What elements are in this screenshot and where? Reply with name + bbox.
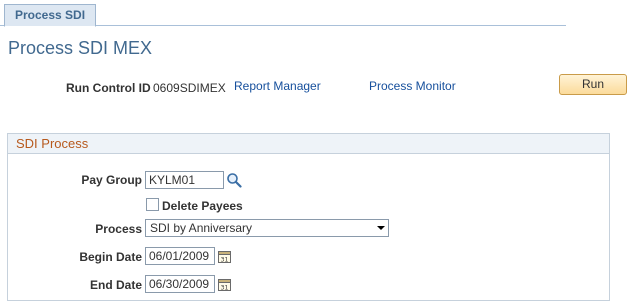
run-control-value: 0609SDIMEX — [153, 81, 226, 95]
group-header: SDI Process — [8, 134, 609, 154]
report-manager-link[interactable]: Report Manager — [234, 79, 321, 93]
pay-group-label: Pay Group — [81, 173, 142, 187]
tab-bar: Process SDI — [0, 0, 566, 27]
sdi-process-group: SDI Process — [7, 133, 610, 301]
run-button[interactable]: Run — [559, 74, 627, 95]
end-date-input[interactable]: 06/30/2009 — [145, 275, 215, 293]
process-select[interactable]: SDI by Anniversary — [145, 219, 389, 237]
calendar-icon[interactable]: 31 — [218, 278, 231, 292]
begin-date-input[interactable]: 06/01/2009 — [145, 247, 215, 265]
svg-text:31: 31 — [221, 257, 229, 264]
end-date-label: End Date — [89, 278, 142, 292]
process-selected-value: SDI by Anniversary — [150, 221, 253, 235]
process-label: Process — [95, 222, 142, 236]
svg-text:31: 31 — [221, 285, 229, 292]
process-monitor-link[interactable]: Process Monitor — [369, 79, 456, 93]
run-control-label: Run Control ID — [66, 81, 151, 95]
chevron-down-icon — [377, 226, 385, 230]
magnifier-icon[interactable] — [226, 172, 242, 188]
delete-payees-checkbox[interactable] — [146, 198, 159, 211]
tab-process-sdi[interactable]: Process SDI — [4, 4, 97, 27]
begin-date-label: Begin Date — [79, 250, 142, 264]
delete-payees-label: Delete Payees — [162, 199, 243, 213]
calendar-icon[interactable]: 31 — [218, 250, 231, 264]
pay-group-input[interactable]: KYLM01 — [145, 171, 224, 189]
page-title: Process SDI MEX — [8, 38, 153, 58]
